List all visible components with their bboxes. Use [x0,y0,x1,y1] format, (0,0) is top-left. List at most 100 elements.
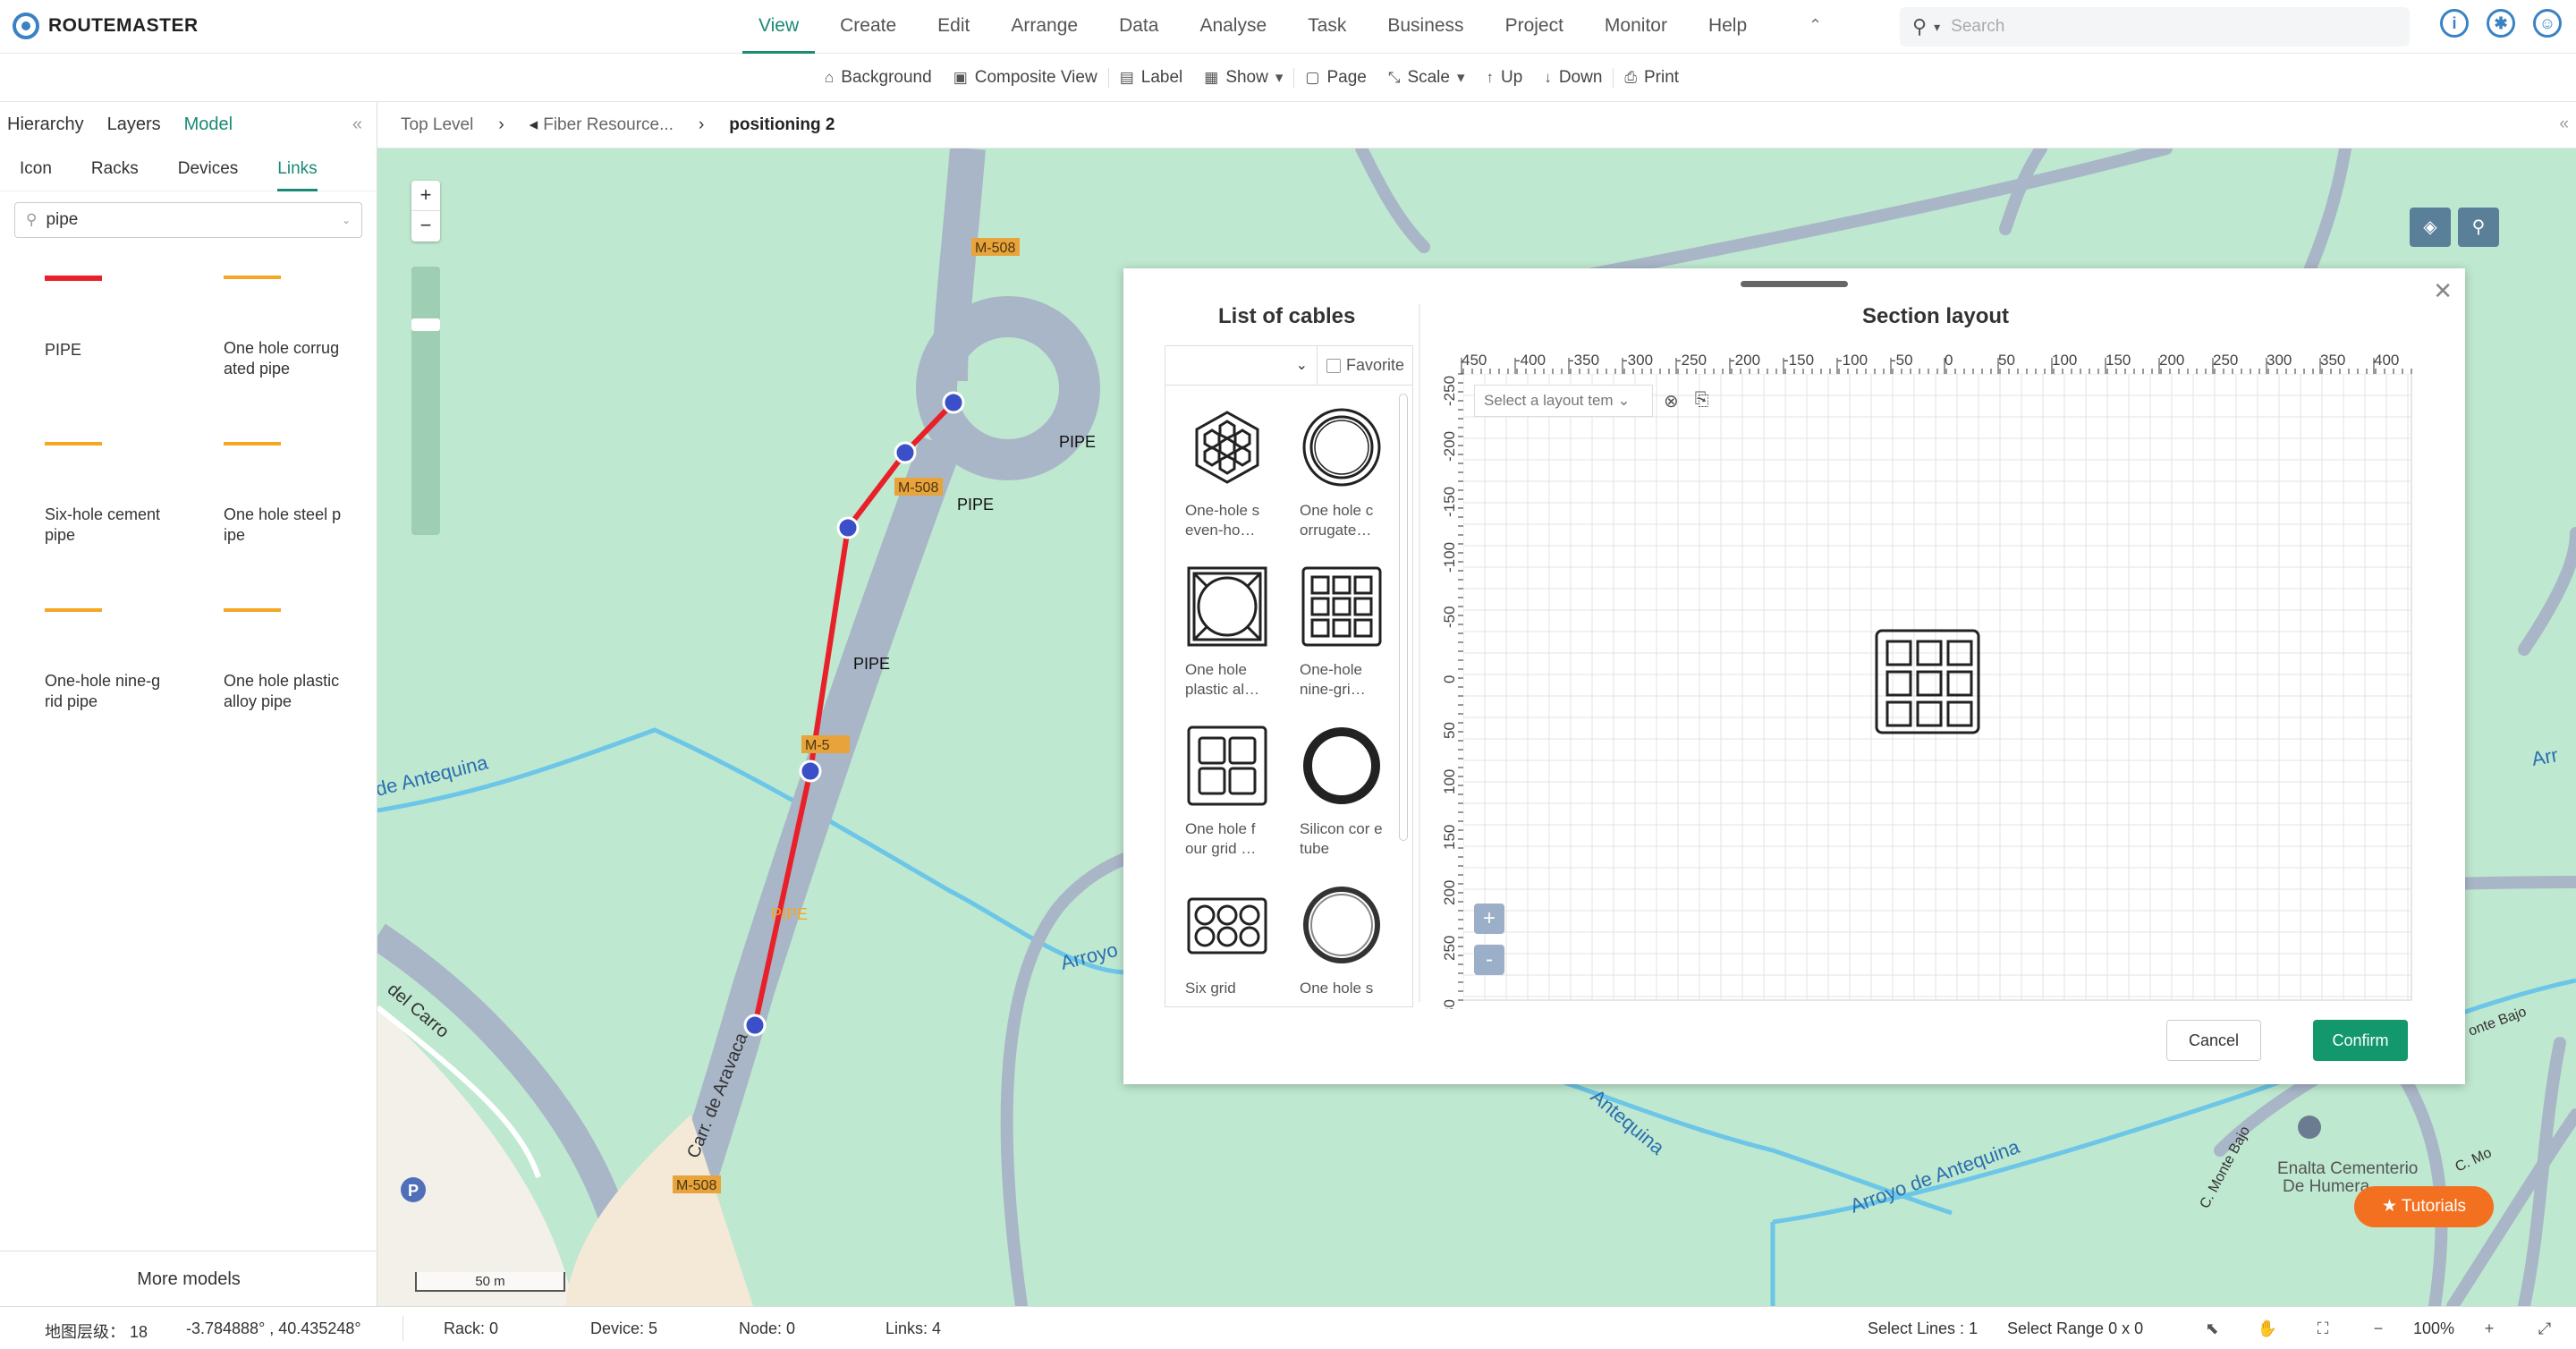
subtab-links[interactable]: Links [277,147,318,191]
subtab-racks[interactable]: Racks [91,147,139,191]
layout-zoom-out-button[interactable]: - [1474,945,1504,975]
search-input[interactable]: Search [1951,17,2004,37]
model-search-input[interactable]: ⚲ pipe ⌄ [14,202,362,238]
cable-item[interactable]: One hole s [1300,883,1414,1042]
cancel-button[interactable]: Cancel [2166,1020,2261,1061]
chevron-down-icon[interactable]: ⌄ [342,214,351,226]
zoom-out-button[interactable]: − [411,211,440,242]
collapse-left-icon[interactable]: « [352,115,362,135]
fit-screen-icon[interactable]: ⛶ [2295,1316,2351,1341]
pointer-tool-icon[interactable]: ⬉ [2184,1316,2240,1341]
pipe-node[interactable] [799,759,822,783]
favorite-toggle[interactable]: Favorite [1318,356,1404,375]
breadcrumb-top-level[interactable]: Top Level [401,115,473,135]
menu-monitor[interactable]: Monitor [1589,0,1683,54]
menu-arrange[interactable]: Arrange [995,0,1094,54]
menu-business[interactable]: Business [1371,0,1479,54]
up-button[interactable]: ↑ Up [1476,68,1534,88]
cable-item[interactable]: One hole c orrugate… [1300,405,1414,564]
confirm-button[interactable]: Confirm [2313,1020,2408,1061]
user-icon[interactable]: ☺ [2533,9,2562,38]
cable-item[interactable]: Silicon cor e tube [1300,724,1414,883]
tab-model[interactable]: Model [184,115,233,135]
ruler-y-tick: -250 [1441,376,1458,406]
tab-hierarchy[interactable]: Hierarchy [7,115,84,135]
model-item[interactable]: One-hole nine-g rid pipe [45,608,224,775]
map-search-icon[interactable]: ⚲ [2458,208,2499,247]
model-item[interactable]: One hole steel p ipe [224,442,402,608]
model-item[interactable]: PIPE [45,276,224,442]
menu-view[interactable]: View [742,0,816,54]
pipe-node[interactable] [894,441,917,464]
zoom-out-icon[interactable]: − [2351,1316,2406,1341]
menu-analyse[interactable]: Analyse [1183,0,1283,54]
tab-layers[interactable]: Layers [107,115,161,135]
collapse-right-icon[interactable]: « [2559,115,2569,134]
model-name: PIPE [45,341,82,359]
street-label: Arr [2530,743,2560,770]
composite-view-button[interactable]: ▣ Composite View [943,68,1108,88]
cable-list-scrollbar[interactable] [1399,394,1408,841]
menu-edit[interactable]: Edit [921,0,986,54]
breadcrumb-fiber-resource[interactable]: Fiber Resource... [543,115,674,135]
menu-help[interactable]: Help [1692,0,1763,54]
menu-create[interactable]: Create [824,0,912,54]
print-button[interactable]: ⎙ Print [1614,68,1690,88]
pipe-node[interactable] [942,391,965,414]
show-dropdown[interactable]: ▦ Show ▾ [1193,68,1293,88]
model-item[interactable]: One hole corrug ated pipe [224,276,402,442]
down-button[interactable]: ↓ Down [1533,68,1613,88]
tutorials-button[interactable]: ★ Tutorials [2354,1186,2494,1227]
more-models-button[interactable]: More models [0,1251,377,1306]
zoom-in-button[interactable]: + [411,181,440,211]
subtab-devices[interactable]: Devices [178,147,239,191]
ruler-y-tick: -50 [1441,606,1458,628]
layout-zoom-in-button[interactable]: + [1474,904,1504,934]
chevron-down-icon: ⌄ [1617,392,1631,409]
subtab-icon[interactable]: Icon [20,147,52,191]
layout-template-select[interactable]: Select a layout tem ⌄ [1474,385,1653,417]
layers-icon[interactable]: ◈ [2410,208,2451,247]
menu-data[interactable]: Data [1103,0,1174,54]
menu-task[interactable]: Task [1292,0,1362,54]
menu-project[interactable]: Project [1489,0,1580,54]
left-panel: Hierarchy Layers Model « Icon Racks Devi… [0,102,377,1306]
pan-tool-icon[interactable]: ✋ [2240,1316,2295,1341]
fullscreen-icon[interactable]: ⤢ [2517,1316,2572,1341]
pipe-node[interactable] [743,1014,767,1037]
street-label: Antequina [1587,1085,1670,1159]
model-item[interactable]: Six-hole cement pipe [45,442,224,608]
background-button[interactable]: ⌂ Background [814,68,943,88]
global-search[interactable]: ⚲ ▾ Search [1900,7,2410,47]
breadcrumb-separator-icon: › [498,115,504,134]
settings-icon[interactable]: ✱ [2487,9,2515,38]
scale-dropdown[interactable]: ⤡ Scale ▾ [1377,68,1476,88]
pipe-label: PIPE [771,905,808,923]
cable-item[interactable]: One-hole s even-ho… [1185,405,1300,564]
label-icon: ▤ [1119,68,1134,86]
model-item[interactable]: One hole plastic alloy pipe [224,608,402,775]
section-layout-canvas[interactable]: 450 -400 -350 -300 -250 -200 -150 -100 -50 0 50 100… [1436,347,2420,1009]
cable-filter-dropdown[interactable]: ⌄ [1165,345,1318,386]
cable-item[interactable]: One hole f our grid … [1185,724,1300,883]
pipe-node[interactable] [836,516,860,539]
zoom-slider-knob[interactable] [411,318,440,331]
cable-item[interactable]: Six grid [1185,883,1300,1042]
chevron-down-icon[interactable]: ▾ [1934,20,1940,35]
close-icon[interactable]: ✕ [2433,277,2453,305]
collapse-menu-icon[interactable]: ⌃ [1809,16,1822,35]
clear-layout-icon[interactable]: ⊗ [1664,390,1679,412]
label-button[interactable]: ▤ Label [1109,68,1194,88]
favorite-checkbox[interactable] [1326,358,1341,373]
save-layout-icon[interactable]: ⎘ [1695,390,1709,412]
zoom-slider[interactable] [411,267,440,535]
favorite-label: Favorite [1346,356,1405,374]
drag-handle[interactable] [1741,281,1848,287]
page-button[interactable]: ▢ Page [1294,68,1377,88]
zoom-in-icon[interactable]: + [2462,1316,2517,1341]
info-icon[interactable]: i [2440,9,2469,38]
back-caret-icon[interactable]: ◂ [530,115,538,135]
cable-item[interactable]: One hole plastic al… [1185,564,1300,724]
cable-item[interactable]: One-hole nine-gri… [1300,564,1414,724]
app-name: ROUTEMASTER [48,15,199,36]
